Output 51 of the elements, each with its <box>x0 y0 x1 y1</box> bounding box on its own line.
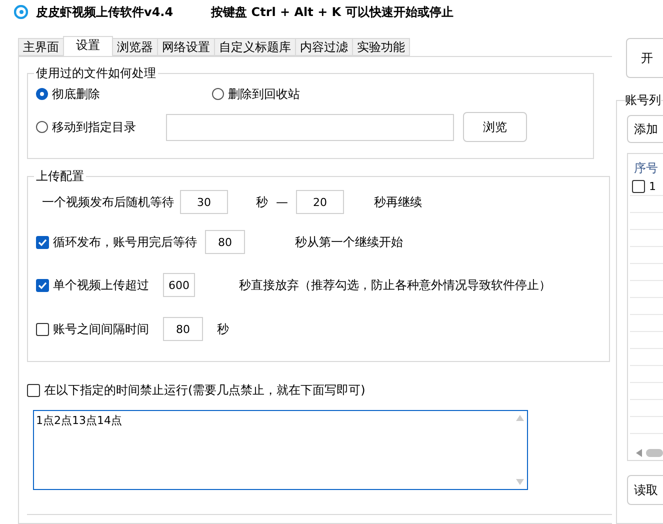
radio-button[interactable] <box>36 88 48 100</box>
checkbox[interactable] <box>36 322 49 336</box>
window-title: 皮皮虾视频上传软件v4.4 <box>36 4 174 20</box>
text-area-content: 1点2点13点14点 <box>35 413 123 429</box>
path-field[interactable] <box>166 114 454 140</box>
option-label: 删除到回收站 <box>228 86 300 102</box>
tab[interactable]: 实验功能 <box>352 38 410 56</box>
tab[interactable]: 内容过滤 <box>295 38 353 56</box>
scroll-left-icon[interactable] <box>636 449 642 458</box>
tab[interactable]: 浏览器 <box>112 38 158 56</box>
start-button[interactable]: 开 <box>626 38 663 78</box>
dash-separator: — <box>276 195 288 209</box>
unit-label: 秒直接放弃（推荐勾选，防止各种意外情况导致软件停止） <box>239 276 551 294</box>
checkbox-label: 在以下指定的时间禁止运行(需要几点禁止，就在下面写即可) <box>44 382 366 398</box>
group-title: 使用过的文件如何处理 <box>34 65 158 82</box>
checkbox-label: 单个视频上传超过 <box>53 276 149 294</box>
number-field[interactable]: 80 <box>205 230 245 254</box>
tab[interactable]: 自定义标题库 <box>214 38 296 56</box>
tab[interactable]: 网络设置 <box>157 38 215 56</box>
radio-button[interactable] <box>36 121 48 133</box>
check-icon <box>38 280 47 290</box>
scrollbar-thumb[interactable] <box>646 449 663 458</box>
group-title: 上传配置 <box>34 168 86 185</box>
unit-label: 秒 <box>256 194 268 210</box>
table-cell: 1 <box>649 180 656 194</box>
check-icon <box>38 238 47 246</box>
read-button[interactable]: 读取 <box>627 475 663 505</box>
number-field[interactable]: 600 <box>163 273 195 297</box>
unit-label: 秒从第一个继续开始 <box>295 234 403 250</box>
hotkey-hint: 按键盘 Ctrl + Alt + K 可以快速开始或停止 <box>211 4 454 20</box>
column-header[interactable]: 序号 <box>634 160 663 177</box>
unit-label: 秒 <box>217 320 229 338</box>
add-account-button[interactable]: 添加 <box>627 115 663 143</box>
checkbox-label: 账号之间间隔时间 <box>53 320 149 338</box>
group-title: 账号列 <box>625 92 661 109</box>
app-logo-icon <box>14 5 28 19</box>
checkbox[interactable] <box>36 278 49 292</box>
checkbox[interactable] <box>27 384 40 396</box>
radio-button[interactable] <box>212 88 224 100</box>
field-label: 一个视频发布后随机等待 <box>42 194 174 210</box>
checkbox[interactable] <box>632 180 645 194</box>
browse-button[interactable]: 浏览 <box>463 112 527 142</box>
number-field[interactable]: 30 <box>180 190 228 214</box>
option-label: 移动到指定目录 <box>52 118 136 136</box>
number-field[interactable]: 80 <box>163 317 203 341</box>
option-label: 彻底删除 <box>52 86 100 102</box>
checkbox-label: 循环发布，账号用完后等待 <box>53 234 197 250</box>
number-field[interactable]: 20 <box>296 190 344 214</box>
checkbox[interactable] <box>36 236 49 248</box>
unit-label: 秒再继续 <box>374 194 422 210</box>
tab[interactable]: 主界面 <box>18 38 64 56</box>
